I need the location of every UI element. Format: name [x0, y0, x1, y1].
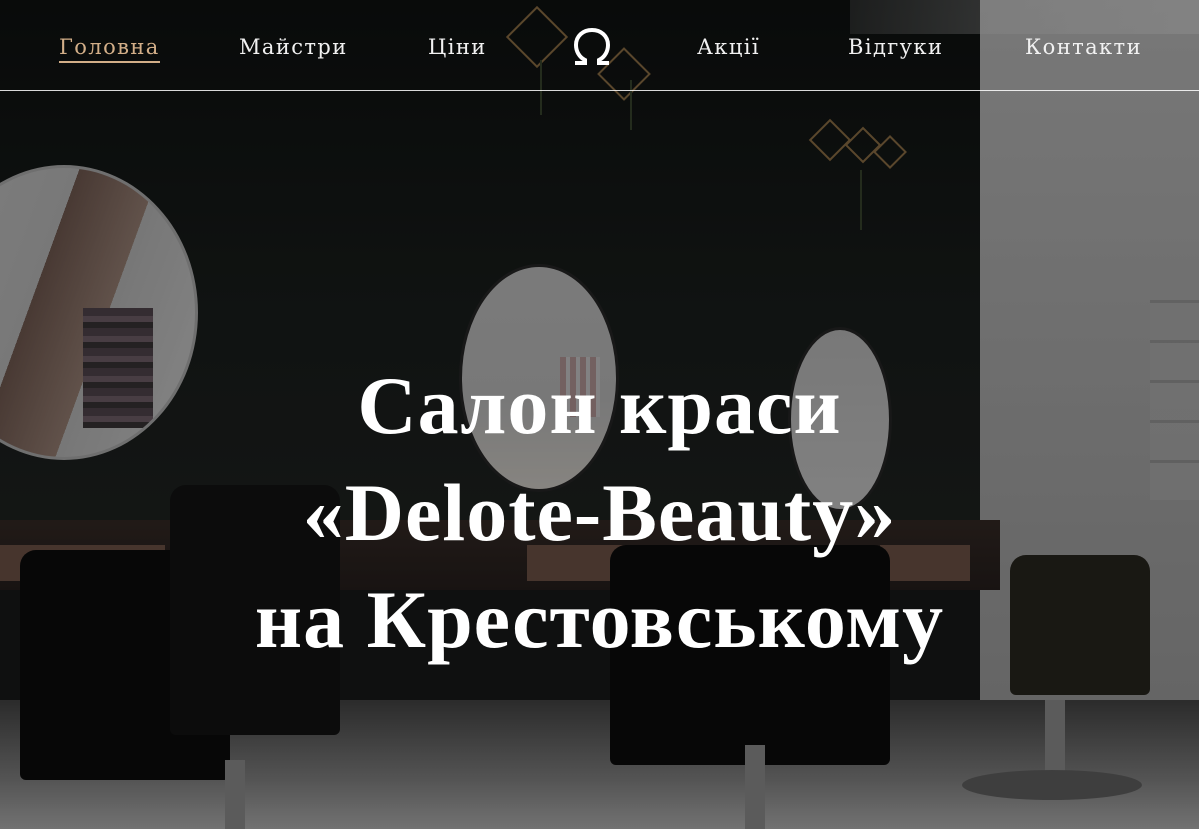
- hero-title: Салон краси «Delote-Beauty» на Крестовсь…: [0, 352, 1199, 673]
- nav-item-promos[interactable]: Акції: [697, 33, 760, 61]
- nav-item-home[interactable]: Головна: [59, 33, 160, 63]
- omega-logo-icon[interactable]: [571, 27, 613, 67]
- hero-title-line: «Delote-Beauty»: [302, 467, 897, 558]
- nav-item-masters[interactable]: Майстри: [239, 33, 348, 61]
- hero-title-line: Салон краси: [357, 360, 842, 451]
- nav-item-prices[interactable]: Ціни: [428, 33, 487, 61]
- hero-title-line: на Крестовському: [254, 574, 945, 665]
- main-navigation: Головна Майстри Ціни Акції Відгуки Конта…: [0, 0, 1199, 91]
- nav-item-reviews[interactable]: Відгуки: [848, 33, 943, 61]
- nav-item-contacts[interactable]: Контакти: [1025, 33, 1142, 61]
